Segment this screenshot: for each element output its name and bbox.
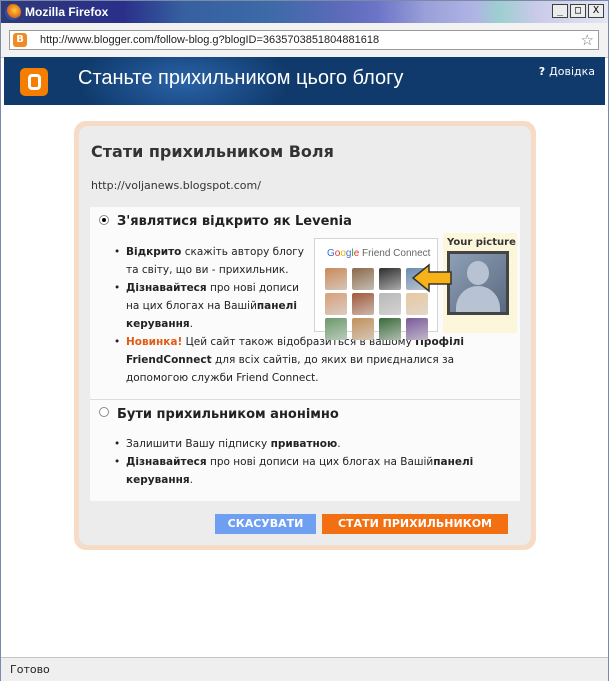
status-bar: Готово xyxy=(1,657,608,681)
dialog-title: Стати прихильником Воля xyxy=(91,142,334,161)
public-follow-radio[interactable] xyxy=(99,215,109,225)
status-text: Готово xyxy=(10,663,50,676)
bookmark-star-icon[interactable]: ☆ xyxy=(581,31,594,49)
url-input[interactable]: B http://www.blogger.com/follow-blog.g?b… xyxy=(9,30,599,50)
member-avatar-icon xyxy=(325,293,347,315)
address-bar: B http://www.blogger.com/follow-blog.g?b… xyxy=(1,23,608,58)
page-title: Станьте прихильником цього блогу xyxy=(78,67,404,89)
google-friend-connect-logo: Google Friend Connect xyxy=(327,248,431,259)
maximize-button[interactable]: □ xyxy=(570,4,586,18)
member-avatar-icon xyxy=(325,318,347,340)
help-label[interactable]: Довідка xyxy=(549,65,595,78)
member-avatar-icon xyxy=(352,318,374,340)
title-bar[interactable]: Mozilla Firefox _ □ X xyxy=(1,1,608,23)
help-link[interactable]: ? Довідка xyxy=(539,65,595,78)
member-avatar-icon xyxy=(352,293,374,315)
anonymous-follow-radio[interactable] xyxy=(99,407,109,417)
member-avatar-icon xyxy=(379,318,401,340)
anonymous-follow-label[interactable]: Бути прихильником анонімно xyxy=(117,407,339,422)
list-item: • Дізнавайтеся про нові дописи на цих бло… xyxy=(114,282,299,330)
options-divider xyxy=(90,399,520,400)
blog-url: http://voljanews.blogspot.com/ xyxy=(91,179,261,192)
public-follow-label[interactable]: З'являтися відкрито як Levenia xyxy=(117,214,352,229)
arrow-left-icon xyxy=(411,263,452,293)
firefox-icon xyxy=(5,4,21,20)
member-avatar-icon xyxy=(379,293,401,315)
browser-window: Mozilla Firefox _ □ X B http://www.blogg… xyxy=(0,0,609,681)
member-avatar-icon xyxy=(406,293,428,315)
help-icon: ? xyxy=(538,65,546,78)
member-avatar-icon xyxy=(325,268,347,290)
member-avatar-icon xyxy=(406,318,428,340)
list-item: • Новинка! Цей сайт також відобразиться в… xyxy=(114,336,464,384)
window-controls: _ □ X xyxy=(552,4,604,18)
blogger-logo-icon[interactable] xyxy=(20,68,48,96)
cancel-button[interactable]: СКАСУВАТИ xyxy=(215,514,316,534)
blogger-site-icon: B xyxy=(13,33,27,47)
list-item: • Залишити Вашу підписку приватною. xyxy=(114,438,341,450)
minimize-button[interactable]: _ xyxy=(552,4,568,18)
member-avatar-icon xyxy=(352,268,374,290)
your-picture-avatar-icon xyxy=(447,251,509,315)
url-text[interactable]: http://www.blogger.com/follow-blog.g?blo… xyxy=(40,34,379,46)
your-picture-label: Your picture xyxy=(447,237,516,248)
close-button[interactable]: X xyxy=(588,4,604,18)
list-item: • Дізнавайтеся про нові дописи на цих бло… xyxy=(114,456,474,486)
follow-button[interactable]: СТАТИ ПРИХИЛЬНИКОМ xyxy=(322,514,508,534)
window-title: Mozilla Firefox xyxy=(25,5,109,19)
page-header: Станьте прихильником цього блогу ? Довідк… xyxy=(4,57,605,105)
member-avatar-icon xyxy=(379,268,401,290)
list-item: • Відкрито скажіть автору блогу та світу,… xyxy=(114,246,305,276)
